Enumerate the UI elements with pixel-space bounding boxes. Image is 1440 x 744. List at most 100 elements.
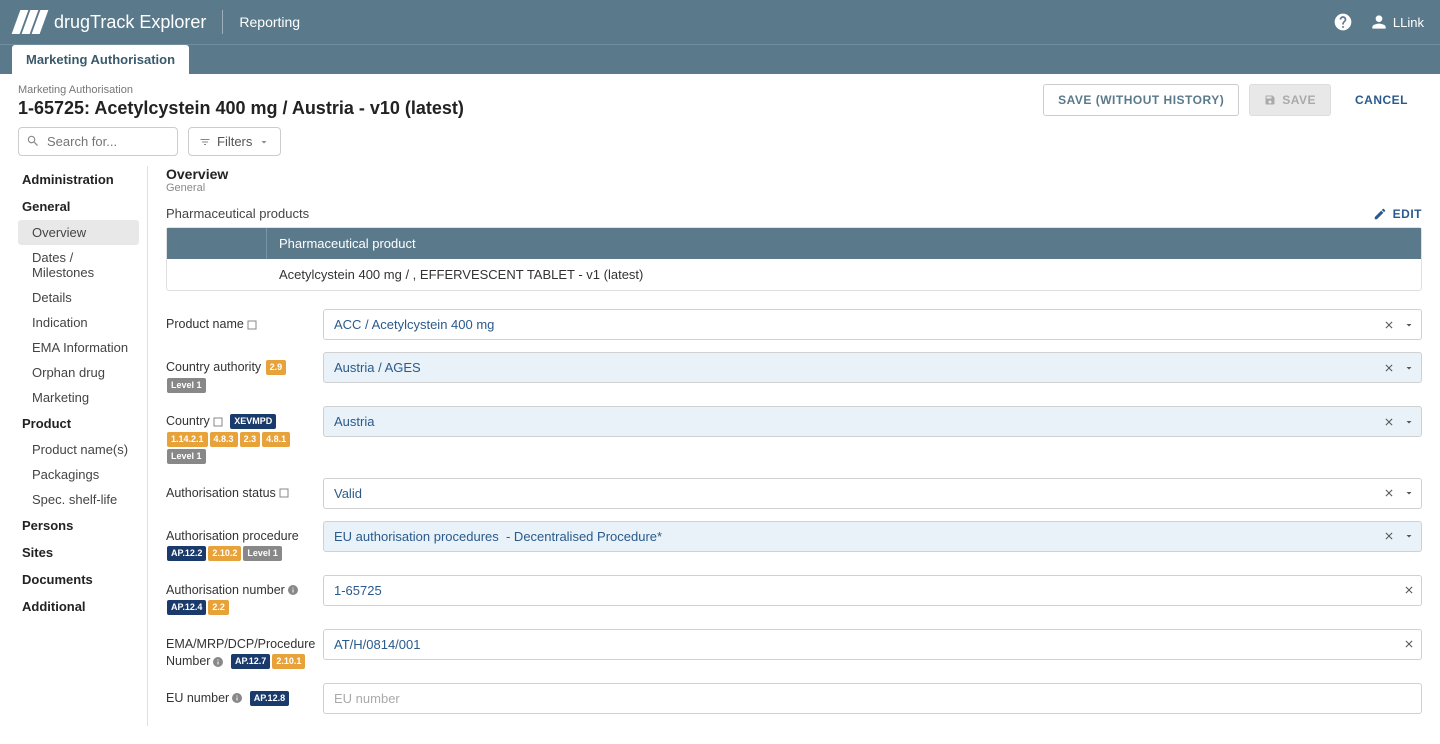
sidebar-item-dates-milestones[interactable]: Dates / Milestones [18, 245, 139, 285]
badge: 1.14.2.1 [167, 432, 208, 447]
sidebar-item-packagings[interactable]: Packagings [18, 462, 139, 487]
field-input[interactable] [323, 352, 1422, 383]
top-bar: drugTrack Explorer Reporting LLink [0, 0, 1440, 44]
info-icon[interactable] [287, 584, 299, 596]
badge: 2.9 [266, 360, 287, 375]
field-input[interactable] [323, 521, 1422, 552]
field-label: Country XEVMPD1.14.2.14.8.32.34.8.1Level… [166, 406, 311, 466]
form-row-eu-number: EU number AP.12.8 [166, 683, 1422, 714]
field-input[interactable] [323, 683, 1422, 714]
badge: 2.10.2 [208, 546, 241, 561]
filters-button[interactable]: Filters [188, 127, 281, 156]
section-title: Overview [166, 166, 1422, 182]
field-label: Authorisation status [166, 478, 311, 503]
sidebar-group-general[interactable]: General [18, 193, 139, 220]
page-title: 1-65725: Acetylcystein 400 mg / Austria … [18, 98, 1043, 119]
form-row-product-name: Product name [166, 309, 1422, 340]
cancel-button[interactable]: CANCEL [1341, 85, 1422, 115]
badge: Level 1 [243, 546, 282, 561]
badge: Level 1 [167, 378, 206, 393]
sidebar-item-details[interactable]: Details [18, 285, 139, 310]
page-header: Marketing Authorisation 1-65725: Acetylc… [0, 74, 1440, 127]
field-input[interactable] [323, 406, 1422, 437]
clear-icon[interactable] [1382, 415, 1396, 429]
field-label: Product name [166, 309, 311, 334]
products-table: Pharmaceutical product Acetylcystein 400… [166, 227, 1422, 291]
column-header: Pharmaceutical product [267, 228, 1421, 259]
box-icon[interactable] [246, 319, 258, 331]
badge: 2.2 [208, 600, 229, 615]
app-name: drugTrack Explorer [54, 12, 206, 33]
search-input[interactable] [18, 127, 178, 156]
sidebar-group-product[interactable]: Product [18, 410, 139, 437]
chevron-down-icon [258, 136, 270, 148]
section-subtitle: General [166, 182, 1422, 194]
sidebar-group-persons[interactable]: Persons [18, 512, 139, 539]
clear-icon[interactable] [1382, 486, 1396, 500]
field-control [323, 575, 1422, 606]
badge: 4.8.1 [262, 432, 290, 447]
field-label: Authorisation procedure AP.12.22.10.2Lev… [166, 521, 311, 563]
field-label: Authorisation number AP.12.42.2 [166, 575, 311, 617]
field-control [323, 521, 1422, 552]
sidebar-group-documents[interactable]: Documents [18, 566, 139, 593]
save-icon [1264, 94, 1276, 106]
field-input[interactable] [323, 575, 1422, 606]
search-box [18, 127, 178, 156]
user-menu[interactable]: LLink [1369, 12, 1424, 32]
field-input[interactable] [323, 309, 1422, 340]
sidebar-item-orphan-drug[interactable]: Orphan drug [18, 360, 139, 385]
field-control [323, 683, 1422, 714]
badge: AP.12.4 [167, 600, 206, 615]
field-input[interactable] [323, 478, 1422, 509]
field-control [323, 629, 1422, 660]
tab-strip: Marketing Authorisation [0, 44, 1440, 74]
info-icon[interactable] [212, 656, 224, 668]
chevron-down-icon[interactable] [1402, 529, 1416, 543]
clear-icon[interactable] [1382, 318, 1396, 332]
info-icon[interactable] [231, 692, 243, 704]
tab-marketing-authorisation[interactable]: Marketing Authorisation [12, 45, 189, 74]
sidebar-group-sites[interactable]: Sites [18, 539, 139, 566]
field-control [323, 309, 1422, 340]
badge: 2.3 [240, 432, 261, 447]
form-row-country: Country XEVMPD1.14.2.14.8.32.34.8.1Level… [166, 406, 1422, 466]
badge: AP.12.2 [167, 546, 206, 561]
sidebar-item-spec-shelf-life[interactable]: Spec. shelf-life [18, 487, 139, 512]
nav-reporting[interactable]: Reporting [239, 14, 300, 30]
search-icon [26, 134, 40, 148]
chevron-down-icon[interactable] [1402, 318, 1416, 332]
badge: Level 1 [167, 449, 206, 464]
badge: XEVMPD [230, 414, 276, 429]
form-row-ema-mrp-dcp-procedure-number: EMA/MRP/DCP/Procedure Number AP.12.72.10… [166, 629, 1422, 671]
form-row-country-authority: Country authority 2.9Level 1 [166, 352, 1422, 394]
sidebar-item-marketing[interactable]: Marketing [18, 385, 139, 410]
sidebar: AdministrationGeneralOverviewDates / Mil… [18, 166, 148, 726]
chevron-down-icon[interactable] [1402, 486, 1416, 500]
chevron-down-icon[interactable] [1402, 415, 1416, 429]
content: AdministrationGeneralOverviewDates / Mil… [0, 166, 1440, 744]
edit-button[interactable]: EDIT [1373, 207, 1422, 221]
help-icon[interactable] [1333, 12, 1353, 32]
form-row-authorisation-procedure: Authorisation procedure AP.12.22.10.2Lev… [166, 521, 1422, 563]
save-without-history-button[interactable]: SAVE (WITHOUT HISTORY) [1043, 84, 1239, 116]
sidebar-item-indication[interactable]: Indication [18, 310, 139, 335]
sidebar-item-overview[interactable]: Overview [18, 220, 139, 245]
field-control [323, 478, 1422, 509]
clear-icon[interactable] [1382, 529, 1396, 543]
field-input[interactable] [323, 629, 1422, 660]
filter-icon [199, 136, 211, 148]
save-button[interactable]: SAVE [1249, 84, 1331, 116]
chevron-down-icon[interactable] [1402, 361, 1416, 375]
sidebar-group-additional[interactable]: Additional [18, 593, 139, 620]
sidebar-item-ema-information[interactable]: EMA Information [18, 335, 139, 360]
clear-icon[interactable] [1402, 637, 1416, 651]
box-icon[interactable] [278, 487, 290, 499]
clear-icon[interactable] [1402, 583, 1416, 597]
sidebar-group-administration[interactable]: Administration [18, 166, 139, 193]
table-row[interactable]: Acetylcystein 400 mg / , EFFERVESCENT TA… [167, 259, 1421, 290]
clear-icon[interactable] [1382, 361, 1396, 375]
toolbar: Filters [0, 127, 1440, 166]
sidebar-item-product-name-s-[interactable]: Product name(s) [18, 437, 139, 462]
box-icon[interactable] [212, 416, 224, 428]
